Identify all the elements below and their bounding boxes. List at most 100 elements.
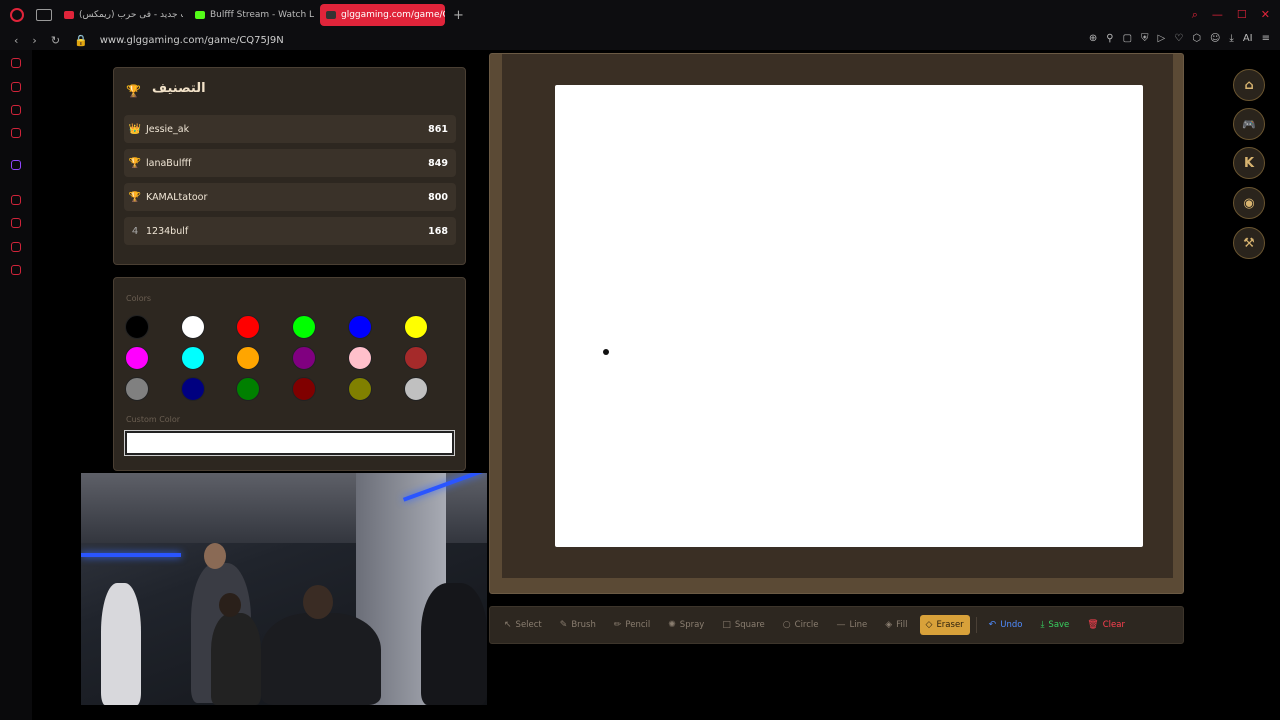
ai-button[interactable]: AI [1243,33,1253,44]
forward-icon[interactable]: › [32,34,36,47]
tab-label: شب جدید - فی حرب (ریمکس) [79,10,183,20]
reload-icon[interactable]: ↻ [51,34,60,47]
tool-label: Circle [794,620,819,630]
minimize-icon[interactable]: — [1212,8,1223,22]
tool-fill-button[interactable]: ◈ Fill [879,615,913,635]
twitch-sidebar-icon[interactable] [11,160,21,170]
tool-pencil-icon: ✏ [613,620,622,630]
zoom-icon[interactable]: ⊕ [1089,33,1097,44]
opera-logo-icon[interactable] [10,8,24,22]
tool-line-icon: — [836,620,846,630]
play-icon[interactable]: ▷ [1158,33,1166,44]
color-swatch[interactable] [403,315,428,339]
snapshot-icon[interactable]: ▢ [1123,33,1132,44]
color-swatch[interactable] [180,377,205,401]
leaderboard-row: 👑 Jessie_ak 861 [124,115,456,143]
messenger-sidebar-icon[interactable] [11,128,21,138]
tool-label: Spray [679,620,705,630]
refresh-sidebar-icon[interactable] [11,58,21,68]
tool-spray-icon: ✺ [668,620,676,630]
address-bar-actions: ⊕ ⚲ ▢ ⛨ ▷ ♡ ⬡ ☺ ⤓ AI ≡ [1089,33,1270,44]
download-icon[interactable]: ⤓ [1229,33,1233,44]
color-swatch[interactable] [180,346,205,370]
color-swatch[interactable] [347,346,372,370]
bag-sidebar-icon[interactable] [11,82,21,92]
tool-square-button[interactable]: □ Square [716,615,770,635]
color-swatch[interactable] [403,346,428,370]
tab-switcher-icon[interactable] [36,9,52,21]
maximize-icon[interactable]: ☐ [1237,8,1247,22]
canvas-frame [489,53,1184,594]
browser-tab-kick[interactable]: Bulfff Stream - Watch Live [189,4,314,26]
lock-icon: 🔒 [74,33,88,47]
color-swatch[interactable] [292,377,317,401]
gamepad-icon[interactable]: 🎮 [1233,108,1265,140]
brush-stroke [603,349,609,355]
heart-icon[interactable]: ♡ [1174,33,1183,44]
color-swatch[interactable] [292,315,317,339]
tool-label: Brush [571,620,596,630]
color-swatch[interactable] [125,346,149,370]
kick-icon [195,11,205,19]
settings-sidebar-icon[interactable] [11,265,21,275]
close-icon[interactable]: ✕ [1261,8,1270,22]
tool-select-button[interactable]: ↖ Select [498,615,548,635]
tool-eraser-button[interactable]: ◇ Eraser [919,615,970,635]
back-icon[interactable]: ‹ [14,34,18,47]
color-swatch[interactable] [347,377,372,401]
player-score: 800 [428,191,448,203]
player-sidebar-icon[interactable] [11,195,21,205]
tool-pencil-button[interactable]: ✏ Pencil [608,615,656,635]
history-sidebar-icon[interactable] [11,218,21,228]
tool-circle-button[interactable]: ○ Circle [777,615,825,635]
player-score: 849 [428,157,448,169]
undo-button[interactable]: ↶ Undo [983,615,1029,635]
bookmarks-sidebar-icon[interactable] [11,242,21,252]
player-score: 168 [428,225,448,237]
tool-spray-button[interactable]: ✺ Spray [662,615,710,635]
trophy-silver-icon: 🏆 [128,157,142,169]
url-field[interactable]: www.glggaming.com/game/CQ75J9N [100,35,284,46]
extensions-icon[interactable]: ⬡ [1192,33,1201,44]
color-swatch[interactable] [403,377,428,401]
tool-line-button[interactable]: — Line [831,615,874,635]
tool-label: Select [515,620,542,630]
tool-brush-button[interactable]: ✎ Brush [554,615,602,635]
tool-label: Square [734,620,765,630]
browser-tab-glggaming[interactable]: glggaming.com/game/CQ [320,4,445,26]
tool-fill-icon: ◈ [885,620,893,630]
color-swatch[interactable] [347,315,372,339]
shield-icon[interactable]: ⛨ [1141,33,1149,44]
color-swatch[interactable] [236,377,261,401]
home-icon[interactable]: ⌂ [1233,69,1265,101]
leaderboard-row: 🏆 lanaBulfff 849 [124,149,456,177]
color-swatch[interactable] [236,346,261,370]
webcam-person [211,613,261,705]
leaderboard-panel: 🏆 التصنيف 👑 Jessie_ak 861 🏆 lanaBulfff 8… [113,67,466,265]
player-name: 1234bulf [146,225,189,237]
color-swatch[interactable] [125,315,149,339]
player-name: KAMALtatoor [146,191,208,203]
profile-icon[interactable]: ☺ [1210,33,1220,44]
color-swatch[interactable] [292,346,317,370]
custom-color-input[interactable] [124,430,455,456]
save-button[interactable]: ⤓ Save [1034,615,1075,635]
color-swatch[interactable] [125,377,149,401]
kick-icon[interactable]: K [1233,147,1265,179]
menu-icon[interactable]: ≡ [1262,33,1270,44]
chat-sidebar-icon[interactable] [11,105,21,115]
colors-panel: Colors Custom Color [113,277,466,471]
browser-tab-youtube[interactable]: شب جدید - فی حرب (ریمکس) [58,4,183,26]
undo-icon: ↶ [988,620,997,630]
drawing-canvas[interactable] [555,85,1143,547]
brush-icon[interactable]: ⚒ [1233,227,1265,259]
search-icon[interactable]: ⌕ [1192,8,1198,22]
color-swatch[interactable] [236,315,261,339]
new-tab-button[interactable]: + [453,8,464,23]
color-swatch[interactable] [180,315,205,339]
discord-icon[interactable]: ◉ [1233,187,1265,219]
pin-icon[interactable]: ⚲ [1106,33,1113,44]
clear-button[interactable]: 🗑 Clear [1081,615,1131,635]
webcam-chair [421,583,487,705]
save-icon: ⤓ [1040,620,1045,630]
